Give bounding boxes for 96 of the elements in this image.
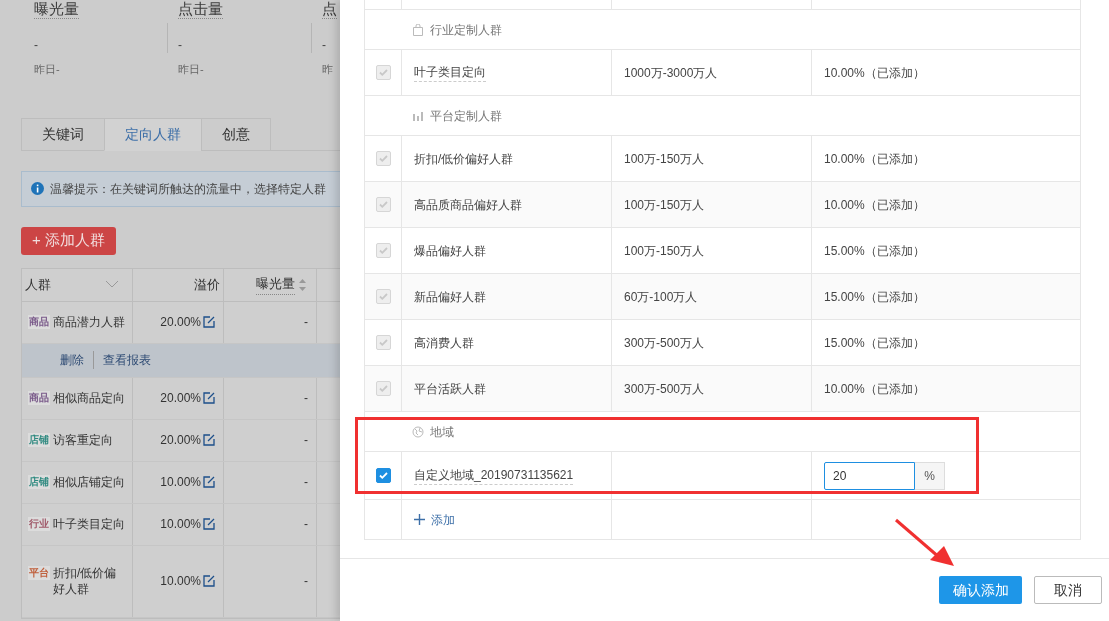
audience-size: 1000万-3000万人 xyxy=(624,64,718,82)
premium-value: 20.00% xyxy=(160,314,201,331)
metric-label: 曝光量 xyxy=(34,0,79,19)
category-tag: 行业 xyxy=(28,517,50,531)
audience-size: 300万-500万人 xyxy=(624,380,705,398)
yesterday-value: 昨 xyxy=(322,62,334,77)
group-header: 平台定制人群 xyxy=(430,107,502,125)
bar-chart-icon xyxy=(412,109,424,122)
metric-value: - xyxy=(34,37,38,53)
check-icon xyxy=(377,153,389,164)
check-icon xyxy=(377,470,389,481)
metric-label: 点击量 xyxy=(178,0,223,19)
pointer-arrow xyxy=(894,518,956,568)
premium-value: 10.00%（已添加） xyxy=(824,380,925,398)
audience-name: 商品潜力人群 xyxy=(53,314,125,330)
premium-value: 10.00% xyxy=(160,516,201,533)
confirm-button[interactable]: 确认添加 xyxy=(939,576,1022,604)
metric-value: - xyxy=(178,37,182,53)
premium-value: 10.00% xyxy=(160,474,201,491)
yesterday-value: 昨日- xyxy=(34,62,61,77)
audience-name: 叶子类目定向 xyxy=(53,516,125,532)
add-audience-button[interactable]: + 添加人群 xyxy=(21,226,116,255)
premium-value: 10.00%（已添加） xyxy=(824,150,925,168)
audience-name: 相似商品定向 xyxy=(53,390,125,406)
exposure-value: - xyxy=(304,474,308,491)
premium-value: 20.00% xyxy=(160,390,201,407)
audience-name: 叶子类目定向 xyxy=(414,63,486,82)
audience-size: 100万-150万人 xyxy=(624,196,705,214)
exposure-value: - xyxy=(304,573,308,590)
percent-unit: % xyxy=(915,461,945,490)
audience-size: 60万-100万人 xyxy=(624,288,698,306)
column-header: 溢价 xyxy=(194,275,220,294)
checkbox[interactable] xyxy=(375,468,391,483)
premium-input[interactable]: 20 xyxy=(824,461,915,490)
tab[interactable]: 定向人群 xyxy=(104,117,202,151)
audience-size: 100万-150万人 xyxy=(624,242,705,260)
audience-name: 折扣/低价偏好人群 xyxy=(414,150,514,168)
yesterday-value: 昨日- xyxy=(178,62,205,77)
audience-name: 平台活跃人群 xyxy=(414,380,486,398)
exposure-value: - xyxy=(304,432,308,449)
edit-icon[interactable] xyxy=(203,476,215,488)
edit-icon[interactable] xyxy=(203,518,215,530)
audience-name: 新品偏好人群 xyxy=(414,288,486,306)
edit-icon[interactable] xyxy=(203,434,215,446)
audience-name: 访客重定向 xyxy=(53,432,113,448)
premium-value: 20.00% xyxy=(160,432,201,449)
chevron-down-icon[interactable] xyxy=(105,280,119,289)
metric-label: 点 xyxy=(322,0,337,19)
edit-icon[interactable] xyxy=(203,392,215,404)
premium-value: 10.00%（已添加） xyxy=(824,196,925,214)
tab[interactable]: 关键词 xyxy=(21,117,105,151)
group-header: 行业定制人群 xyxy=(430,21,502,39)
column-header: 曝光量 xyxy=(256,274,295,295)
premium-value: 15.00%（已添加） xyxy=(824,334,925,352)
edit-icon[interactable] xyxy=(203,575,215,587)
audience-name: 自定义地域_20190731135621 xyxy=(414,466,574,485)
category-tag: 店铺 xyxy=(28,475,50,489)
premium-value: 10.00% xyxy=(160,573,201,590)
check-icon xyxy=(377,245,389,256)
premium-value: 10.00%（已添加） xyxy=(824,64,925,82)
check-icon xyxy=(377,199,389,210)
check-icon xyxy=(377,337,389,348)
metric-value: - xyxy=(322,37,326,53)
audience-name: 高品质商品偏好人群 xyxy=(414,196,522,214)
audience-size: 100万-150万人 xyxy=(624,150,705,168)
category-tag: 店铺 xyxy=(28,433,50,447)
category-tag: 商品 xyxy=(28,315,50,329)
globe-icon xyxy=(412,425,424,438)
row-action-link[interactable]: 查看报表 xyxy=(103,351,151,369)
exposure-value: - xyxy=(304,314,308,331)
info-icon xyxy=(31,182,44,195)
category-tag: 商品 xyxy=(28,391,50,405)
exposure-value: - xyxy=(304,390,308,407)
edit-icon[interactable] xyxy=(203,316,215,328)
sort-icon[interactable] xyxy=(299,278,306,291)
audience-name: 高消费人群 xyxy=(414,334,474,352)
column-header: 人群 xyxy=(25,275,51,294)
audience-name: 相似店铺定向 xyxy=(53,474,125,490)
tip-text: 温馨提示：在关键词所触达的流量中，选择特定人群 xyxy=(50,180,326,198)
row-action-link[interactable]: 删除 xyxy=(60,351,84,369)
check-icon xyxy=(377,291,389,302)
audience-name: 折扣/低价偏好人群 xyxy=(53,565,118,597)
premium-value: 15.00%（已添加） xyxy=(824,288,925,306)
audience-size: 300万-500万人 xyxy=(624,334,705,352)
tab[interactable]: 创意 xyxy=(201,117,271,151)
audience-name: 爆品偏好人群 xyxy=(414,242,486,260)
category-tag: 平台 xyxy=(28,566,50,580)
premium-value: 15.00%（已添加） xyxy=(824,242,925,260)
check-icon xyxy=(377,67,389,78)
add-link[interactable]: 添加 xyxy=(414,510,455,529)
group-header: 地域 xyxy=(430,423,454,441)
plus-icon xyxy=(414,514,425,525)
check-icon xyxy=(377,383,389,394)
cancel-button[interactable]: 取消 xyxy=(1034,576,1102,604)
bag-icon xyxy=(412,23,424,36)
exposure-value: - xyxy=(304,516,308,533)
